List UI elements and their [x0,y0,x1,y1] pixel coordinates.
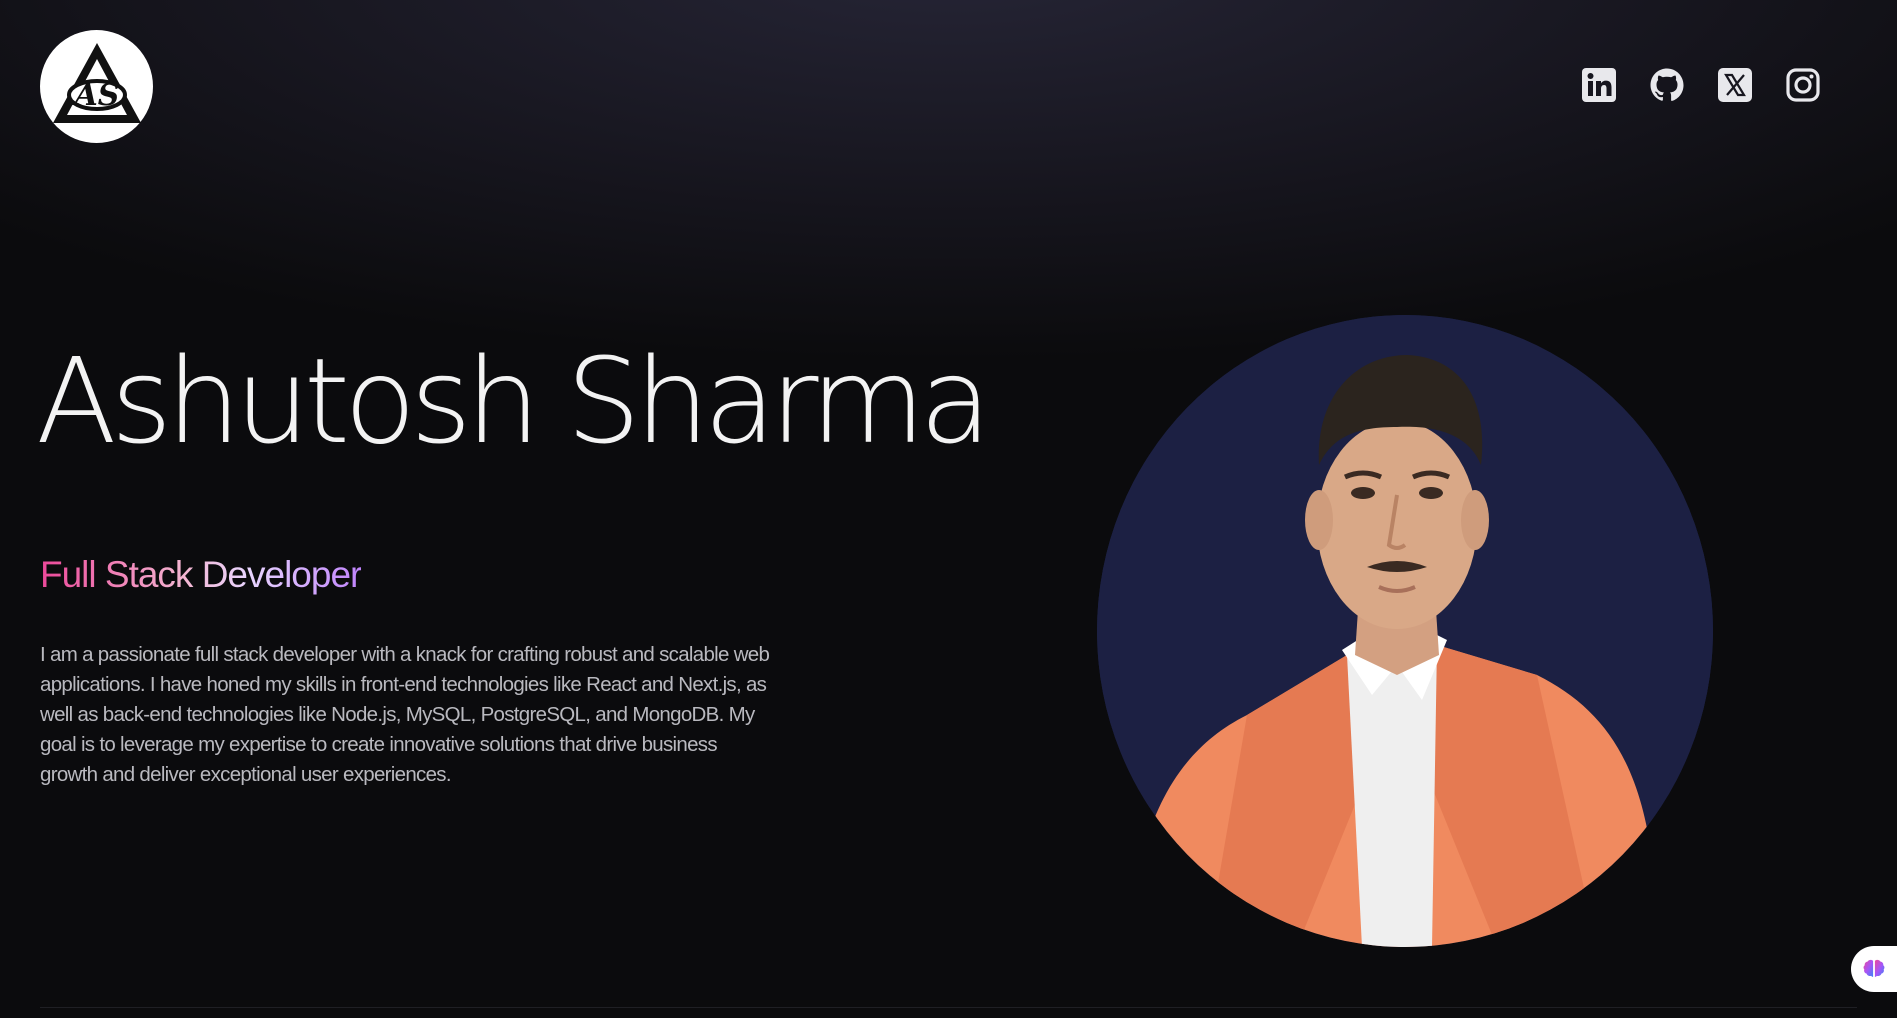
profile-photo [1097,315,1713,947]
github-icon [1650,68,1684,101]
hero-bio: I am a passionate full stack developer w… [40,643,770,786]
hero-name: Ashutosh Sharma [36,332,992,470]
linkedin-icon [1582,68,1616,102]
site-logo[interactable]: AS [40,30,153,143]
x-twitter-icon [1718,68,1752,102]
instagram-icon [1786,68,1820,102]
logo-text: AS [71,78,119,113]
social-links [1581,67,1821,103]
as-monogram-logo: AS [52,42,141,123]
x-link[interactable] [1717,67,1753,103]
section-divider [40,1007,1857,1008]
github-link[interactable] [1649,67,1685,103]
hero-role: Full Stack Developer [40,554,362,595]
brain-icon [1863,959,1885,977]
assistant-button[interactable] [1851,946,1897,992]
instagram-link[interactable] [1785,67,1821,103]
linkedin-link[interactable] [1581,67,1617,103]
